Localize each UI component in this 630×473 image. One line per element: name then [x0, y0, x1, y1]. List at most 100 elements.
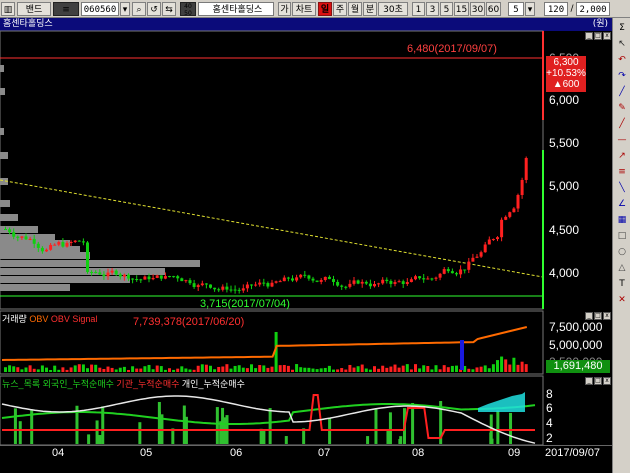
volume-bar	[311, 368, 315, 372]
volume-bar	[327, 365, 331, 372]
redo-icon[interactable]: ↷	[615, 70, 629, 82]
volume-bar	[229, 368, 233, 372]
volume-bar	[12, 366, 16, 372]
current-price: 6,300	[553, 57, 579, 68]
time-axis-end: 2017/09/07	[545, 447, 601, 459]
angle-icon[interactable]: ∠	[615, 198, 629, 210]
candle-body	[278, 281, 282, 283]
text-tool-icon[interactable]: T	[615, 278, 629, 290]
volume-bar	[45, 367, 48, 372]
candle-body	[172, 276, 176, 278]
volume-bar	[40, 365, 44, 372]
volume-bar	[122, 366, 126, 372]
price-chart[interactable]	[0, 0, 612, 473]
volume-bar	[49, 369, 53, 372]
candle-body	[192, 283, 196, 287]
volume-bar	[151, 369, 155, 372]
volume-bar	[53, 365, 57, 372]
news-bar	[98, 435, 102, 444]
candle-body	[487, 239, 491, 245]
candle-body	[467, 261, 471, 270]
candle-body	[356, 280, 360, 284]
candle-body	[196, 285, 200, 287]
candle-body	[57, 242, 61, 245]
square-icon[interactable]: □	[615, 230, 629, 242]
volume-bar	[336, 369, 340, 372]
volume-bar	[418, 368, 422, 372]
volume-bar	[356, 366, 360, 372]
candle-body	[40, 247, 44, 252]
panel-minimize-icon[interactable]: _	[585, 32, 593, 40]
candle-body	[147, 276, 151, 280]
candle-body	[303, 274, 307, 276]
trendline-icon[interactable]: ╱	[615, 118, 629, 130]
grid-icon[interactable]: ▦	[615, 214, 629, 226]
volume-bar	[344, 369, 348, 372]
panel-maximize-icon[interactable]: □	[594, 32, 602, 40]
volume-bar	[291, 369, 294, 372]
volume-bar	[508, 364, 512, 372]
candle-body	[299, 274, 303, 278]
volume-bar	[245, 368, 249, 372]
volume-bar	[487, 368, 491, 372]
volume-bar	[131, 366, 135, 372]
circle-icon[interactable]: ○	[615, 246, 629, 258]
candle-body	[266, 283, 270, 287]
candle-body	[286, 277, 290, 279]
volume-profile-bar	[0, 152, 8, 159]
volume-bar	[520, 361, 524, 372]
candle-body	[163, 276, 167, 279]
investor-title-foreign: 외국인_누적순매수	[42, 379, 114, 389]
candle-body	[385, 279, 389, 282]
ray-icon[interactable]: ↗	[615, 150, 629, 162]
volume-profile-bar	[0, 246, 80, 253]
volume-bar	[250, 364, 253, 372]
candle-body	[200, 283, 204, 286]
volume-bar	[471, 369, 475, 372]
pointer-icon[interactable]: ↖	[615, 38, 629, 50]
volume-bar	[143, 366, 147, 372]
candle-body	[274, 281, 278, 283]
news-bar	[259, 428, 263, 444]
undo-icon[interactable]: ↶	[615, 54, 629, 66]
line-icon[interactable]: ╱	[615, 86, 629, 98]
panel-close-icon[interactable]: x	[603, 32, 611, 40]
volume-bar	[225, 364, 229, 372]
news-bar	[328, 418, 332, 444]
candle-body	[393, 282, 397, 284]
volume-profile-bar	[0, 88, 5, 95]
triangle-icon[interactable]: △	[615, 262, 629, 274]
candle-body	[8, 229, 12, 233]
volume-profile-bar	[0, 128, 4, 135]
volume-bar	[77, 364, 81, 372]
candle-body	[323, 276, 327, 281]
candle-body	[409, 279, 413, 283]
sigma-icon[interactable]: Σ	[615, 22, 629, 34]
erase-icon[interactable]: ✕	[615, 294, 629, 306]
volume-bar	[163, 369, 167, 372]
candle-body	[180, 278, 184, 282]
channel-icon[interactable]: ╲	[615, 182, 629, 194]
volume-axis-label: 7,500,000	[549, 320, 603, 334]
fibo-icon[interactable]: ≡	[615, 166, 629, 178]
candle-body	[110, 270, 114, 273]
volume-profile-bar	[0, 276, 130, 283]
hline-icon[interactable]: —	[615, 134, 629, 146]
price-axis-label: 5,000	[549, 179, 580, 193]
candle-body	[12, 232, 16, 237]
volume-bar	[8, 365, 12, 372]
candle-body	[262, 282, 266, 284]
candle-body	[504, 216, 508, 220]
time-axis-label: 06	[230, 447, 243, 459]
volume-bar	[32, 368, 36, 372]
candle-body	[98, 272, 102, 275]
volume-bar	[381, 365, 385, 372]
investor-title-indiv: 개인_누적순매수	[181, 379, 245, 389]
candle-body	[233, 289, 237, 291]
volume-bar	[36, 369, 40, 372]
volume-bar	[168, 368, 171, 372]
candle-body	[508, 212, 512, 217]
pencil-icon[interactable]: ✎	[615, 102, 629, 114]
drawing-toolbar: Σ ↖ ↶ ↷ ╱ ✎ ╱ — ↗ ≡ ╲ ∠ ▦ □ ○ △ T ✕	[612, 18, 630, 473]
volume-bar	[467, 368, 471, 372]
